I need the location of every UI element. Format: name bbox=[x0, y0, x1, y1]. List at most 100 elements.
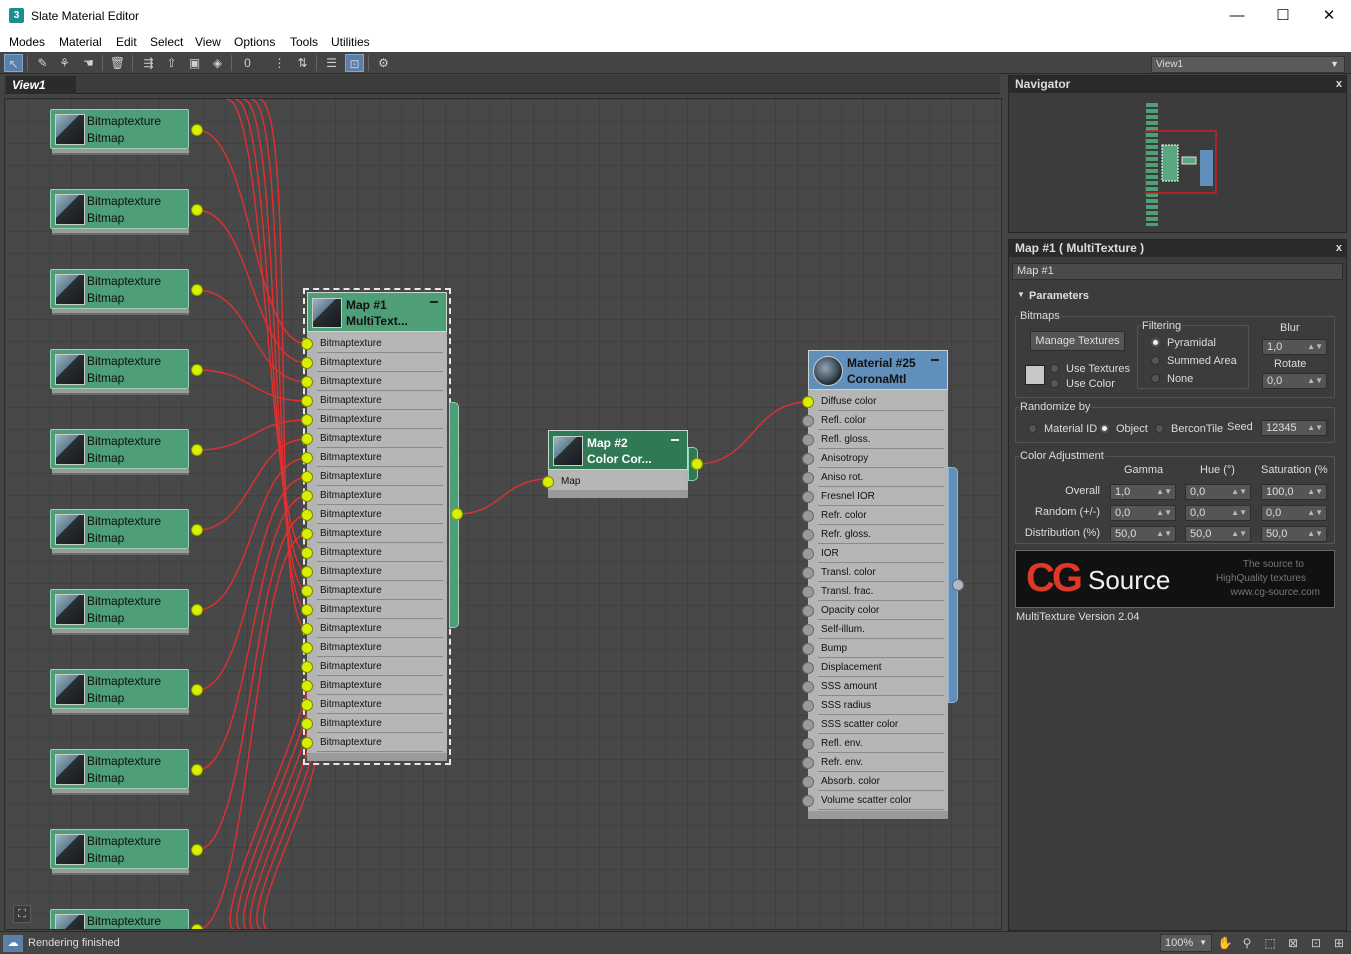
colorcorrect-node[interactable]: Map #2 Color Cor... Map bbox=[542, 430, 688, 498]
minimize-node-icon[interactable] bbox=[430, 301, 438, 303]
pan-to-selected-icon[interactable]: ⊞ bbox=[1330, 934, 1348, 952]
bitmap-to-multitexture-wire[interactable] bbox=[197, 533, 308, 930]
parameters-rollout-title[interactable]: Parameters bbox=[1029, 290, 1089, 302]
bitmap-node[interactable]: Bitmaptexture Bitmap bbox=[50, 669, 203, 717]
blur-spinner[interactable]: 1,0 ▲▼ bbox=[1262, 339, 1327, 355]
menu-material[interactable]: Material bbox=[59, 35, 102, 49]
colorcorrect-node-header[interactable]: Map #2 Color Cor... bbox=[548, 430, 688, 470]
multitexture-slot[interactable]: Bitmaptexture bbox=[317, 544, 443, 562]
put-to-scene-icon[interactable]: ⚘ bbox=[55, 54, 74, 72]
colorcorrect-slot[interactable]: Map bbox=[558, 473, 684, 491]
multitexture-slot[interactable]: Bitmaptexture bbox=[317, 468, 443, 486]
spinner-arrows-icon[interactable]: ▲▼ bbox=[1231, 506, 1247, 520]
material-slot[interactable]: SSS scatter color bbox=[818, 716, 944, 734]
zoom-magnifier-icon[interactable]: ⚲ bbox=[1238, 934, 1256, 952]
material-slot[interactable]: Opacity color bbox=[818, 602, 944, 620]
material-input-socket[interactable] bbox=[802, 643, 814, 655]
multitexture-slot[interactable]: Bitmaptexture bbox=[317, 335, 443, 353]
spinner-arrows-icon[interactable]: ▲▼ bbox=[1307, 485, 1323, 499]
bitmap-to-multitexture-wire[interactable] bbox=[196, 129, 308, 345]
multitexture-output-socket[interactable] bbox=[451, 508, 463, 520]
close-button[interactable]: ✕ bbox=[1306, 4, 1351, 28]
multitexture-slot[interactable]: Bitmaptexture bbox=[317, 582, 443, 600]
multitexture-slot[interactable]: Bitmaptexture bbox=[317, 430, 443, 448]
material-slot[interactable]: Diffuse color bbox=[818, 393, 944, 411]
material-input-socket[interactable] bbox=[802, 795, 814, 807]
material-input-socket[interactable] bbox=[802, 738, 814, 750]
multitexture-slot[interactable]: Bitmaptexture bbox=[317, 411, 443, 429]
layout-all-icon[interactable]: ⋮ bbox=[270, 54, 289, 72]
material-input-socket[interactable] bbox=[802, 776, 814, 788]
select-tool-icon[interactable]: ↖ bbox=[4, 54, 23, 72]
material-slot[interactable]: SSS amount bbox=[818, 678, 944, 696]
tab-view1[interactable]: View1 bbox=[6, 76, 76, 94]
menu-edit[interactable]: Edit bbox=[116, 35, 137, 49]
show-map-in-viewport-icon[interactable]: ▣ bbox=[185, 54, 204, 72]
spinner-arrows-icon[interactable]: ▲▼ bbox=[1156, 506, 1172, 520]
material-id-channel-icon[interactable]: 0 bbox=[238, 54, 257, 72]
bitmap-node[interactable]: Bitmaptexture Bitmap bbox=[50, 589, 203, 637]
material-slot[interactable]: Refr. env. bbox=[818, 754, 944, 772]
coladj-hue-spinner[interactable]: 50,0 ▲▼ bbox=[1185, 526, 1251, 542]
multitexture-slot[interactable]: Bitmaptexture bbox=[317, 373, 443, 391]
material-input-socket[interactable] bbox=[802, 567, 814, 579]
material-input-socket[interactable] bbox=[802, 624, 814, 636]
spinner-arrows-icon[interactable]: ▲▼ bbox=[1307, 506, 1323, 520]
multitexture-slot[interactable]: Bitmaptexture bbox=[317, 392, 443, 410]
colorcorrect-output-socket[interactable] bbox=[691, 458, 703, 470]
multitexture-input-socket[interactable] bbox=[301, 395, 313, 407]
rand-bercontile-radio[interactable] bbox=[1155, 424, 1164, 433]
minimize-node-icon[interactable] bbox=[931, 359, 939, 361]
coladj-gamma-spinner[interactable]: 1,0 ▲▼ bbox=[1110, 484, 1176, 500]
material-slot[interactable]: Self-illum. bbox=[818, 621, 944, 639]
multitexture-slot[interactable]: Bitmaptexture bbox=[317, 487, 443, 505]
colorcorrect-input-socket[interactable] bbox=[542, 476, 554, 488]
bitmap-output-socket[interactable] bbox=[191, 764, 203, 776]
spinner-arrows-icon[interactable]: ▲▼ bbox=[1156, 485, 1172, 499]
multitexture-slot[interactable]: Bitmaptexture bbox=[317, 563, 443, 581]
delete-icon[interactable]: 🗑 bbox=[108, 54, 127, 72]
material-slot[interactable]: Volume scatter color bbox=[818, 792, 944, 810]
multitexture-slot[interactable]: Bitmaptexture bbox=[317, 354, 443, 372]
material-slot[interactable]: IOR bbox=[818, 545, 944, 563]
material-input-socket[interactable] bbox=[802, 548, 814, 560]
material-slot[interactable]: Transl. frac. bbox=[818, 583, 944, 601]
multitexture-input-socket[interactable] bbox=[301, 452, 313, 464]
bitmap-node-header[interactable]: Bitmaptexture Bitmap bbox=[50, 349, 189, 389]
menu-tools[interactable]: Tools bbox=[290, 35, 318, 49]
multitexture-slot[interactable]: Bitmaptexture bbox=[317, 601, 443, 619]
multitexture-input-socket[interactable] bbox=[301, 566, 313, 578]
bitmap-node[interactable]: Bitmaptexture bbox=[50, 909, 203, 929]
material-input-socket[interactable] bbox=[802, 681, 814, 693]
bitmap-output-socket[interactable] bbox=[191, 204, 203, 216]
use-color-radio[interactable] bbox=[1050, 379, 1059, 388]
material-input-socket[interactable] bbox=[802, 529, 814, 541]
material-slot[interactable]: Displacement bbox=[818, 659, 944, 677]
multitexture-input-socket[interactable] bbox=[301, 737, 313, 749]
bitmap-node-header[interactable]: Bitmaptexture bbox=[50, 909, 189, 929]
coladj-gamma-spinner[interactable]: 0,0 ▲▼ bbox=[1110, 505, 1176, 521]
bitmap-output-socket[interactable] bbox=[191, 524, 203, 536]
material-input-socket[interactable] bbox=[802, 453, 814, 465]
move-children-icon[interactable]: ⇶ bbox=[139, 54, 158, 72]
multitexture-input-socket[interactable] bbox=[301, 604, 313, 616]
spinner-arrows-icon[interactable]: ▲▼ bbox=[1231, 485, 1247, 499]
material-input-socket[interactable] bbox=[802, 719, 814, 731]
bitmap-node-header[interactable]: Bitmaptexture Bitmap bbox=[50, 109, 189, 149]
minimize-node-icon[interactable] bbox=[671, 439, 679, 441]
bitmap-node-header[interactable]: Bitmaptexture Bitmap bbox=[50, 189, 189, 229]
maximize-button[interactable]: ☐ bbox=[1260, 4, 1306, 28]
zoom-extents-icon[interactable]: ⊠ bbox=[1284, 934, 1302, 952]
select-by-material-icon[interactable]: ⚙ bbox=[374, 54, 393, 72]
material-slot[interactable]: Bump bbox=[818, 640, 944, 658]
multitexture-input-socket[interactable] bbox=[301, 585, 313, 597]
menu-view[interactable]: View bbox=[195, 35, 221, 49]
bitmap-to-multitexture-wire[interactable] bbox=[196, 209, 308, 364]
multitexture-input-socket[interactable] bbox=[301, 661, 313, 673]
bitmap-output-socket[interactable] bbox=[191, 604, 203, 616]
material-slot[interactable]: Anisotropy bbox=[818, 450, 944, 468]
rotate-spinner[interactable]: 0,0 ▲▼ bbox=[1262, 373, 1327, 389]
filter-summed-area-radio[interactable] bbox=[1151, 356, 1160, 365]
bitmap-node[interactable]: Bitmaptexture Bitmap bbox=[50, 749, 203, 797]
multitexture-input-socket[interactable] bbox=[301, 642, 313, 654]
